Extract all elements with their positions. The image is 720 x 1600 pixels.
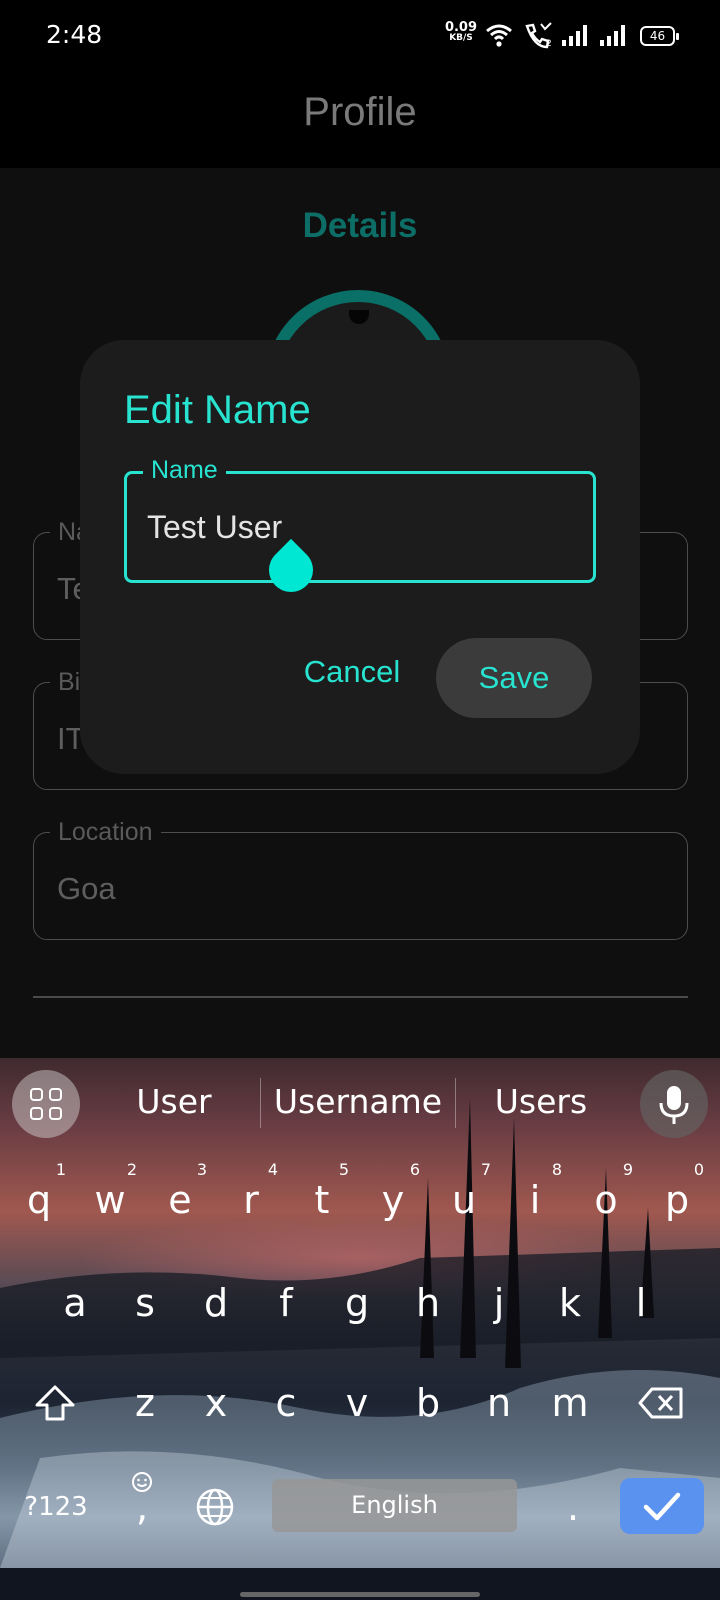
grid-icon bbox=[30, 1088, 62, 1120]
key-o[interactable]: o9 bbox=[571, 1155, 641, 1245]
language-key[interactable] bbox=[180, 1462, 250, 1552]
suggestion-3[interactable]: Users bbox=[476, 1082, 606, 1121]
key-v[interactable]: v bbox=[322, 1358, 392, 1448]
app-bar: Profile bbox=[0, 72, 720, 168]
home-gesture-pill[interactable] bbox=[240, 1592, 480, 1597]
key-b[interactable]: b bbox=[393, 1358, 463, 1448]
text-cursor-handle[interactable] bbox=[259, 538, 323, 602]
key-p[interactable]: p0 bbox=[642, 1155, 712, 1245]
emoji-icon bbox=[132, 1472, 152, 1492]
network-speed: 0.09 KB/S bbox=[441, 20, 481, 44]
avatar-image bbox=[349, 310, 369, 324]
period-key[interactable]: . bbox=[538, 1462, 608, 1552]
key-a[interactable]: a bbox=[40, 1258, 110, 1348]
svg-text:2: 2 bbox=[546, 39, 552, 49]
signal-icon bbox=[562, 25, 587, 46]
keyboard-apps-button[interactable] bbox=[12, 1070, 80, 1138]
key-i[interactable]: i8 bbox=[500, 1155, 570, 1245]
key-w[interactable]: w2 bbox=[75, 1155, 145, 1245]
key-q[interactable]: q1 bbox=[4, 1155, 74, 1245]
backspace-icon bbox=[638, 1387, 683, 1419]
globe-icon bbox=[196, 1488, 234, 1526]
location-field-label: Location bbox=[50, 818, 161, 847]
comma-key[interactable]: , bbox=[112, 1462, 172, 1552]
key-h[interactable]: h bbox=[393, 1258, 463, 1348]
key-x[interactable]: x bbox=[181, 1358, 251, 1448]
key-l[interactable]: l bbox=[606, 1258, 676, 1348]
suggestion-bar: User Username Users bbox=[0, 1058, 720, 1148]
cancel-button[interactable]: Cancel bbox=[278, 632, 426, 712]
dialog-title: Edit Name bbox=[124, 388, 311, 432]
key-d[interactable]: d bbox=[181, 1258, 251, 1348]
status-time: 2:48 bbox=[46, 20, 103, 49]
key-r[interactable]: r4 bbox=[216, 1155, 286, 1245]
name-input[interactable]: Name Test User bbox=[124, 456, 596, 602]
status-bar: 2:48 0.09 KB/S 2 46 bbox=[0, 0, 720, 72]
key-c[interactable]: c bbox=[251, 1358, 321, 1448]
suggestion-separator bbox=[455, 1078, 456, 1128]
key-m[interactable]: m bbox=[535, 1358, 605, 1448]
wifi-icon bbox=[486, 24, 512, 47]
key-k[interactable]: k bbox=[535, 1258, 605, 1348]
key-t[interactable]: t5 bbox=[287, 1155, 357, 1245]
space-key[interactable]: English bbox=[272, 1479, 517, 1532]
key-f[interactable]: f bbox=[251, 1258, 321, 1348]
section-title: Details bbox=[302, 206, 418, 245]
suggestion-1[interactable]: User bbox=[112, 1082, 236, 1121]
navigation-bar bbox=[0, 1568, 720, 1600]
volte-call-icon: 2 bbox=[525, 22, 552, 49]
soft-keyboard: User Username Users q1 w2 e3 r4 t5 y6 u7… bbox=[0, 1058, 720, 1568]
suggestion-2[interactable]: Username bbox=[270, 1082, 446, 1121]
page-title: Profile bbox=[303, 90, 417, 134]
key-j[interactable]: j bbox=[464, 1258, 534, 1348]
location-field-value: Goa bbox=[57, 871, 116, 906]
checkmark-icon bbox=[643, 1492, 681, 1521]
shift-key[interactable] bbox=[20, 1358, 90, 1448]
key-g[interactable]: g bbox=[322, 1258, 392, 1348]
key-e[interactable]: e3 bbox=[145, 1155, 215, 1245]
battery-icon: 46 bbox=[640, 26, 679, 46]
name-input-value[interactable]: Test User bbox=[147, 509, 282, 546]
key-u[interactable]: u7 bbox=[429, 1155, 499, 1245]
shift-icon bbox=[35, 1385, 75, 1421]
network-speed-value: 0.09 bbox=[444, 20, 478, 35]
suggestion-separator bbox=[260, 1078, 261, 1128]
location-field[interactable]: Location Goa bbox=[33, 818, 688, 940]
key-z[interactable]: z bbox=[110, 1358, 180, 1448]
key-s[interactable]: s bbox=[110, 1258, 180, 1348]
save-button[interactable]: Save bbox=[436, 638, 592, 718]
signal-icon bbox=[600, 25, 625, 46]
key-n[interactable]: n bbox=[464, 1358, 534, 1448]
name-input-label: Name bbox=[143, 456, 226, 485]
edit-name-dialog: Edit Name Name Test User Cancel Save bbox=[80, 340, 640, 774]
symbols-key[interactable]: ?123 bbox=[16, 1462, 96, 1552]
key-y[interactable]: y6 bbox=[358, 1155, 428, 1245]
done-key[interactable] bbox=[620, 1478, 704, 1534]
backspace-key[interactable] bbox=[626, 1358, 696, 1448]
divider bbox=[33, 996, 688, 998]
